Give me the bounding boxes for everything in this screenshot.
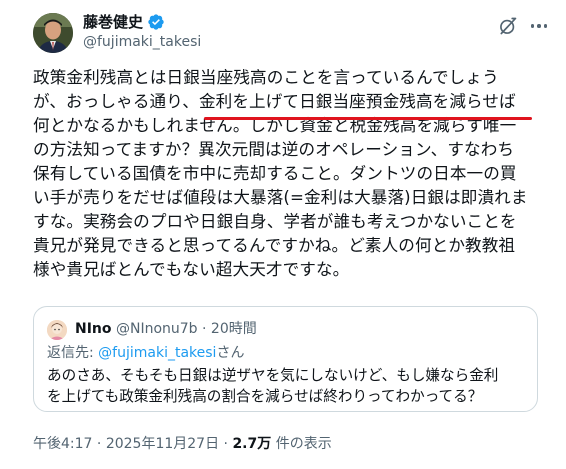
view-count: 2.7万: [232, 436, 272, 452]
quote-header: NIno @NInonu7b · 20時間: [75, 319, 257, 339]
tweet-line: 保有している国債を市中に売却すること。ダントツの日本一の買: [33, 164, 517, 183]
tweet-line: すな。実務会のプロや日銀自身、学者が誰も考えつかないことを: [33, 212, 517, 231]
more-dot: [537, 24, 541, 28]
author-handle[interactable]: @fujimaki_takesi: [83, 33, 201, 51]
tweet-meta: 午後4:17 · 2025年11月27日 · 2.7万 件の表示: [33, 434, 332, 454]
tweet-date[interactable]: 2025年11月27日: [106, 436, 219, 452]
tweet-line: 政策金利残高とは日銀当座残高のことを言っているんでしょう: [33, 68, 499, 87]
highlight-underline: [204, 117, 532, 120]
tweet-line: が、おっしゃる通り、金利を上げて日銀当座預金残高を減らせば: [33, 92, 516, 111]
quote-text: あのさあ、そもそも日銀は逆ザヤを気にしないけど、もし嫌なら金利 を上げても政策金…: [47, 365, 527, 407]
tweet-time[interactable]: 午後4:17: [33, 436, 92, 452]
reply-mention-link[interactable]: @fujimaki_takesi: [98, 345, 216, 361]
more-dot: [543, 24, 548, 28]
author-name[interactable]: 藤巻健史: [83, 12, 165, 32]
quote-timestamp[interactable]: 20時間: [211, 321, 257, 337]
tweet-card: 藤巻健史 @fujimaki_takesi 政策金利残高とは日銀当座残高のことを…: [0, 0, 566, 469]
verified-badge-icon: [148, 14, 164, 30]
meta-separator: ·: [219, 436, 233, 452]
quote-separator: ·: [202, 321, 207, 337]
avatar-image: [33, 13, 73, 53]
author-avatar[interactable]: [33, 13, 73, 53]
tweet-line: 様や貴兄ばとんでもない超大天才ですな。: [33, 260, 350, 279]
quote-line: を上げても政策金利残高の割合を減らせば終わりってわかってる？: [47, 388, 483, 405]
tweet-line: い手が売りをだせば値段は大暴落(=金利は大暴落)日銀は即潰れま: [33, 188, 528, 207]
meta-separator: ·: [92, 436, 106, 452]
quote-reply-context: 返信先: @fujimaki_takesiさん: [47, 343, 244, 363]
quote-avatar[interactable]: [47, 320, 67, 340]
reply-prefix: 返信先:: [47, 345, 99, 361]
more-options-icon[interactable]: [528, 16, 550, 36]
quote-line: あのさあ、そもそも日銀は逆ザヤを気にしないけど、もし嫌なら金利: [47, 367, 499, 384]
reply-suffix: さん: [216, 345, 245, 361]
tweet-text: 政策金利残高とは日銀当座残高のことを言っているんでしょう が、おっしゃる通り、金…: [33, 66, 538, 282]
more-dot: [530, 24, 535, 28]
quote-avatar-image: [47, 320, 67, 340]
quoted-tweet[interactable]: NIno @NInonu7b · 20時間 返信先: @fujimaki_tak…: [33, 306, 538, 412]
grok-icon[interactable]: [498, 16, 518, 36]
quote-author-handle[interactable]: @NInonu7b: [116, 321, 198, 337]
author-name-text[interactable]: 藤巻健史: [83, 12, 143, 32]
view-label: 件の表示: [271, 436, 332, 452]
quote-author-name[interactable]: NIno: [75, 321, 112, 337]
tweet-line: の方法知ってますか？異次元間は逆のオペレーション、すなわち: [33, 140, 515, 159]
tweet-line: 貴兄が発見できると思ってるんですかね。ど素人の何とか教教祖: [33, 236, 516, 255]
